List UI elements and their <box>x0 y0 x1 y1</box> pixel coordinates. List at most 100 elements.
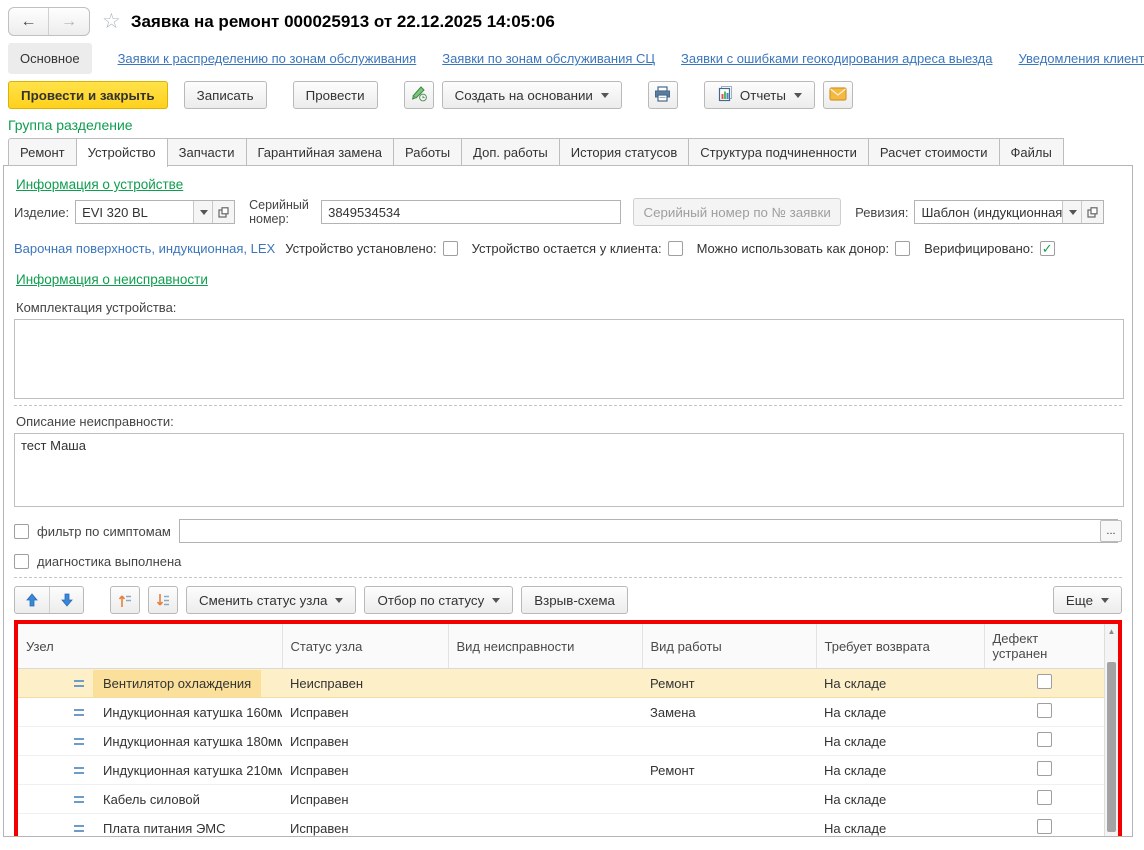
create-based-on-button[interactable]: Создать на основании <box>442 81 622 109</box>
tab-Устройство[interactable]: Устройство <box>77 138 168 167</box>
tab-Ремонт[interactable]: Ремонт <box>8 138 77 166</box>
table-row[interactable]: Индукционная катушка 210ммИсправенРемонт… <box>18 756 1104 785</box>
defect-fixed-checkbox[interactable] <box>1037 732 1052 747</box>
device-flag-checkbox[interactable] <box>1040 241 1055 256</box>
nav-tab-main[interactable]: Основное <box>8 43 92 74</box>
diagnostics-checkbox[interactable] <box>14 554 29 569</box>
tab-История статусов[interactable]: История статусов <box>560 138 690 166</box>
move-up-button[interactable] <box>15 587 49 613</box>
tab-Запчасти[interactable]: Запчасти <box>168 138 247 166</box>
history-nav: ← → <box>8 7 90 36</box>
nodes-table-header[interactable]: УзелСтатус узлаВид неисправностиВид рабо… <box>18 624 1104 669</box>
checkbox-label: Устройство остается у клиента: <box>472 241 662 256</box>
move-down-button[interactable] <box>49 587 83 613</box>
open-revision-icon[interactable] <box>1081 201 1103 223</box>
post-and-close-button[interactable]: Провести и закрыть <box>8 81 168 109</box>
product-value: EVI 320 BL <box>76 201 193 223</box>
device-fields-row: Изделие: EVI 320 BL Серийный номер: Сери… <box>14 199 1122 225</box>
fault-description-textarea[interactable]: тест Маша <box>14 433 1124 507</box>
defect-fixed-checkbox[interactable] <box>1037 761 1052 776</box>
explosion-scheme-button[interactable]: Взрыв-схема <box>521 586 628 614</box>
defect-fixed-checkbox[interactable] <box>1037 674 1052 689</box>
change-node-status-button[interactable]: Сменить статус узла <box>186 586 356 614</box>
product-combo[interactable]: EVI 320 BL <box>75 200 235 224</box>
open-product-icon[interactable] <box>212 201 234 223</box>
print-button[interactable] <box>648 81 678 109</box>
cell-node_status: Исправен <box>282 698 448 727</box>
cell-node_status: Исправен <box>282 814 448 837</box>
column-header[interactable]: Вид работы <box>642 624 816 669</box>
device-info-heading[interactable]: Информация о устройстве <box>16 177 183 192</box>
write-button[interactable]: Записать <box>184 81 267 109</box>
report-chart-icon <box>717 85 734 105</box>
column-header[interactable]: Узел <box>18 624 282 669</box>
tab-Файлы[interactable]: Файлы <box>1000 138 1064 166</box>
nav-link[interactable]: Заявки с ошибками геокодирования адреса … <box>681 51 992 66</box>
device-flag-checkbox[interactable] <box>895 241 910 256</box>
favorite-star-icon[interactable]: ☆ <box>102 11 121 32</box>
scrollbar-thumb[interactable] <box>1107 662 1116 832</box>
product-label: Изделие: <box>14 205 69 220</box>
tab-Структура подчиненности[interactable]: Структура подчиненности <box>689 138 869 166</box>
sort-up-icon <box>117 593 133 608</box>
defect-fixed-checkbox[interactable] <box>1037 703 1052 718</box>
table-scrollbar[interactable]: ▲ <box>1104 624 1118 836</box>
symptom-filter-checkbox[interactable] <box>14 524 29 539</box>
serial-input[interactable] <box>321 200 621 224</box>
table-row[interactable]: Вентилятор охлажденияНеисправенРемонтНа … <box>18 669 1104 698</box>
kit-textarea[interactable] <box>14 319 1124 399</box>
serial-by-request-button[interactable]: Серийный номер по № заявки <box>633 198 841 226</box>
group-separation-link[interactable]: Группа разделение <box>8 117 133 133</box>
mail-button[interactable] <box>823 81 853 109</box>
column-header[interactable]: Дефект устранен <box>984 624 1104 669</box>
cell-fault_type <box>448 785 642 814</box>
chevron-down-icon[interactable] <box>1062 201 1081 223</box>
device-type-link[interactable]: Варочная поверхность, индукционная, LEX <box>14 241 275 256</box>
defect-fixed-checkbox[interactable] <box>1037 819 1052 834</box>
table-row[interactable]: Индукционная катушка 180ммИсправенНа скл… <box>18 727 1104 756</box>
defect-fixed-checkbox[interactable] <box>1037 790 1052 805</box>
table-row[interactable]: Индукционная катушка 160ммИсправенЗамена… <box>18 698 1104 727</box>
chevron-down-icon <box>601 93 609 98</box>
symptom-filter-input[interactable] <box>179 519 1118 543</box>
device-flags: Устройство установлено:Устройство остает… <box>285 241 1068 256</box>
cell-work_type <box>642 785 816 814</box>
chevron-down-icon[interactable] <box>193 201 212 223</box>
tab-Расчет стоимости[interactable]: Расчет стоимости <box>869 138 1000 166</box>
row-marker-icon <box>74 709 84 716</box>
device-flag-checkbox[interactable] <box>668 241 683 256</box>
splitter[interactable] <box>14 577 1122 578</box>
splitter[interactable] <box>14 405 1122 406</box>
filter-by-status-button[interactable]: Отбор по статусу <box>364 586 513 614</box>
nav-link[interactable]: Уведомления клиентам о и <box>1018 51 1144 66</box>
more-button[interactable]: Еще <box>1053 586 1122 614</box>
row-marker-icon <box>74 767 84 774</box>
tab-Доп. работы[interactable]: Доп. работы <box>462 138 560 166</box>
symptom-more-button[interactable]: ... <box>1100 520 1122 542</box>
desc-label: Описание неисправности: <box>16 414 1122 429</box>
table-row[interactable]: Кабель силовойИсправенНа складе <box>18 785 1104 814</box>
filter-by-status-label: Отбор по статусу <box>377 593 484 608</box>
back-button[interactable]: ← <box>9 8 49 35</box>
post-button[interactable]: Провести <box>293 81 378 109</box>
reports-button[interactable]: Отчеты <box>704 81 815 109</box>
row-marker-icon <box>74 680 84 687</box>
column-header[interactable]: Вид неисправности <box>448 624 642 669</box>
symptom-filter-row: фильтр по симптомам ... <box>14 519 1122 543</box>
nav-link[interactable]: Заявки по зонам обслуживания СЦ <box>442 51 655 66</box>
table-row[interactable]: Плата питания ЭМСИсправенНа складе <box>18 814 1104 837</box>
sort-descending-button[interactable] <box>148 586 178 614</box>
tab-Гарантийная замена[interactable]: Гарантийная замена <box>247 138 394 166</box>
nav-link[interactable]: Заявки к распределению по зонам обслужив… <box>118 51 417 66</box>
cell-work_type <box>642 814 816 837</box>
forward-button[interactable]: → <box>49 8 89 35</box>
tab-Работы[interactable]: Работы <box>394 138 462 166</box>
revision-combo[interactable]: Шаблон (индукционная <box>914 200 1104 224</box>
fault-info-heading[interactable]: Информация о неисправности <box>16 272 208 287</box>
post-mark-button[interactable] <box>404 81 434 109</box>
column-header[interactable]: Требует возврата <box>816 624 984 669</box>
scroll-up-icon[interactable]: ▲ <box>1105 624 1118 639</box>
sort-ascending-button[interactable] <box>110 586 140 614</box>
device-flag-checkbox[interactable] <box>443 241 458 256</box>
column-header[interactable]: Статус узла <box>282 624 448 669</box>
